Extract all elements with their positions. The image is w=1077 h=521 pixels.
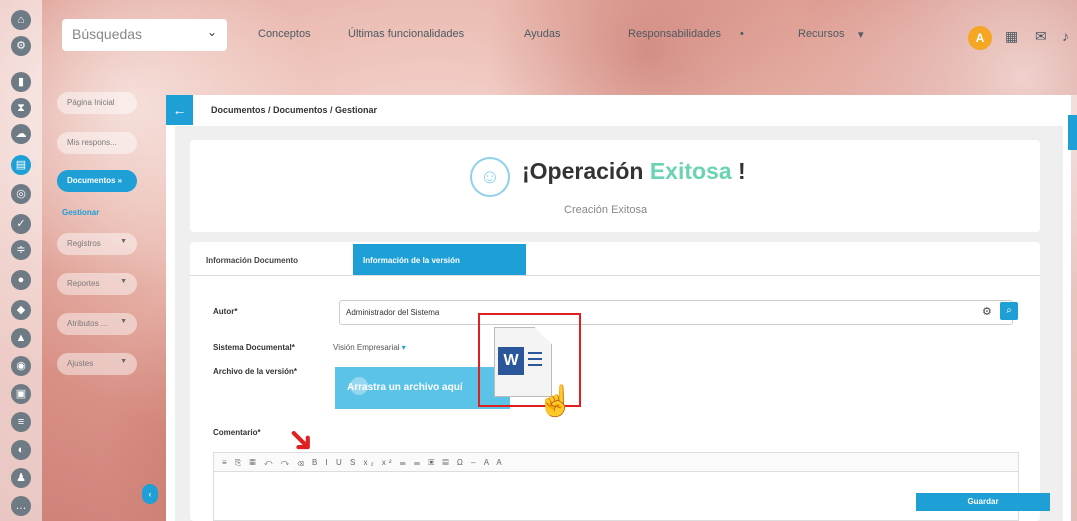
success-card bbox=[190, 140, 1040, 232]
home-icon[interactable]: ⌂ bbox=[11, 10, 31, 30]
top-bar: Búsquedas ⌄ Conceptos Últimas funcionali… bbox=[50, 8, 1077, 60]
chart-icon[interactable]: ▮ bbox=[11, 72, 31, 92]
documents-icon[interactable]: ▤ bbox=[11, 155, 31, 175]
sidebar-item-atributos[interactable]: Atributos ... ▼ bbox=[57, 313, 137, 335]
sidebar-item-label: Página Inicial bbox=[67, 98, 115, 107]
comentario-label: Comentario* bbox=[213, 428, 261, 437]
chevron-down-icon: ▼ bbox=[120, 278, 127, 285]
autor-label: Autor* bbox=[213, 307, 238, 316]
nav-recursos-caret: ▾ bbox=[858, 29, 864, 41]
sidebar-item-mis-responsabilidades[interactable]: Mis respons... bbox=[57, 132, 137, 154]
success-subtitle: Creación Exitosa bbox=[564, 204, 648, 216]
page-scrollbar[interactable] bbox=[1068, 95, 1077, 521]
sidebar-item-reportes[interactable]: Reportes ▼ bbox=[57, 273, 137, 295]
chevron-down-icon: ⌄ bbox=[206, 25, 217, 39]
cloud-icon[interactable]: ☁ bbox=[11, 124, 31, 144]
archivo-version-label: Archivo de la versión* bbox=[213, 367, 298, 376]
sidebar-subitem-gestionar[interactable]: Gestionar bbox=[62, 208, 99, 217]
user-icon[interactable]: ♟ bbox=[11, 468, 31, 488]
check-icon[interactable]: ✓ bbox=[11, 214, 31, 234]
bell-icon[interactable]: ♪ bbox=[1062, 28, 1069, 44]
circle-icon[interactable]: ● bbox=[11, 270, 31, 290]
tab-divider bbox=[190, 275, 1040, 276]
success-title-suffix: ! bbox=[731, 158, 746, 184]
compass-icon[interactable]: ◎ bbox=[11, 184, 31, 204]
cube-icon[interactable]: ◆ bbox=[11, 300, 31, 320]
sidebar-item-label: Mis respons... bbox=[67, 138, 117, 147]
avatar[interactable]: A bbox=[968, 26, 992, 50]
target-icon[interactable]: ◉ bbox=[11, 356, 31, 376]
list-icon[interactable]: ≡ bbox=[11, 412, 31, 432]
globe-icon[interactable]: ◐ bbox=[11, 440, 31, 460]
document-lines-icon bbox=[528, 352, 542, 370]
sidebar-item-label: Atributos ... bbox=[67, 319, 108, 328]
nav-ayudas[interactable]: Ayudas bbox=[524, 28, 561, 40]
tab-informacion-version[interactable]: Información de la versión bbox=[353, 244, 526, 276]
settings-icon[interactable]: ⚙ bbox=[11, 36, 31, 56]
nav-ultimas-funcionalidades[interactable]: Últimas funcionalidades bbox=[348, 28, 464, 40]
hourglass-icon[interactable]: ⧗ bbox=[11, 98, 31, 118]
back-button[interactable]: ← bbox=[166, 95, 193, 125]
nav-conceptos[interactable]: Conceptos bbox=[258, 28, 311, 40]
search-dropdown[interactable]: Búsquedas ⌄ bbox=[62, 19, 227, 51]
autor-field[interactable]: Administrador del Sistema bbox=[339, 300, 1013, 325]
icon-rail: ⌂ ⚙ ▮ ⧗ ☁ ▤ ◎ ✓ ≑ ● ◆ ▲ ◉ ▣ ≡ ◐ ♟ … bbox=[0, 0, 42, 521]
notifications-icon[interactable]: ✉ bbox=[1035, 28, 1047, 45]
hand-cursor-icon: ☝ bbox=[537, 385, 575, 418]
sistema-documental-label: Sistema Documental* bbox=[213, 343, 295, 352]
chevron-down-icon: ▼ bbox=[120, 238, 127, 245]
briefcase-icon[interactable]: ▣ bbox=[11, 384, 31, 404]
breadcrumb: Documentos / Documentos / Gestionar bbox=[211, 105, 378, 115]
editor-toolbar[interactable]: ≡ ⎘ ▦ ↶ ↷ ⌫ B I U S x₂ x² ☰ ☰ ▣ ▤ Ω – A … bbox=[213, 452, 1019, 472]
chevron-down-icon: ▼ bbox=[120, 318, 127, 325]
search-label: Búsquedas bbox=[72, 26, 143, 42]
caret-down-icon: ▾ bbox=[401, 343, 406, 352]
save-button[interactable]: Guardar bbox=[916, 493, 1050, 511]
calendar-icon[interactable]: ▦ bbox=[1005, 28, 1018, 45]
word-logo-icon: W bbox=[498, 347, 524, 375]
more-icon[interactable]: … bbox=[11, 496, 31, 516]
sidebar-collapse-button[interactable]: ‹ bbox=[142, 484, 158, 504]
nav-separator-dot: • bbox=[740, 28, 744, 40]
success-title-prefix: ¡Operación bbox=[522, 158, 650, 184]
sistema-documental-select[interactable]: Visión Empresarial ▾ bbox=[333, 343, 406, 352]
scrollbar-thumb[interactable] bbox=[1068, 115, 1077, 150]
sidebar-item-registros[interactable]: Registros ▼ bbox=[57, 233, 137, 255]
sidebar-item-label: Ajustes bbox=[67, 359, 94, 368]
autor-search-button[interactable]: ⌕ bbox=[1000, 302, 1018, 320]
sidebar-item-label: Documentos » bbox=[67, 176, 123, 185]
comentario-editor[interactable] bbox=[213, 472, 1019, 521]
sidebar-item-documentos[interactable]: Documentos » bbox=[57, 170, 137, 192]
nav-recursos[interactable]: Recursos bbox=[798, 28, 844, 40]
gear-icon[interactable]: ⚙ bbox=[982, 305, 992, 318]
success-title: ¡Operación Exitosa ! bbox=[522, 158, 746, 185]
sidebar-item-ajustes[interactable]: Ajustes ▼ bbox=[57, 353, 137, 375]
sidebar-item-label: Registros bbox=[67, 239, 101, 248]
sidebar-item-label: Reportes bbox=[67, 279, 100, 288]
nav-responsabilidades[interactable]: Responsabilidades bbox=[628, 28, 721, 40]
success-title-accent: Exitosa bbox=[649, 158, 732, 184]
drop-highlight bbox=[350, 377, 368, 395]
chevron-down-icon: ▼ bbox=[120, 358, 127, 365]
smile-icon: ☺ bbox=[470, 157, 510, 197]
sliders-icon[interactable]: ≑ bbox=[11, 240, 31, 260]
sistema-documental-value: Visión Empresarial bbox=[333, 343, 400, 352]
warning-icon[interactable]: ▲ bbox=[11, 328, 31, 348]
tab-informacion-documento[interactable]: Información Documento bbox=[196, 244, 348, 276]
sidebar-item-pagina-inicial[interactable]: Página Inicial bbox=[57, 92, 137, 114]
